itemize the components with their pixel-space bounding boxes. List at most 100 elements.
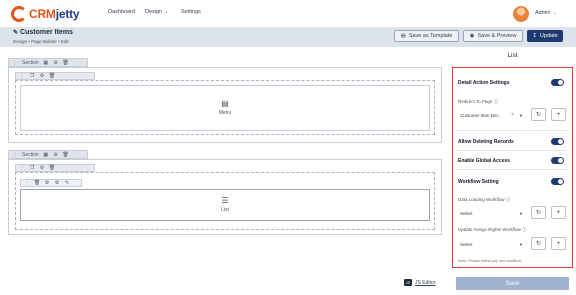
data-loading-workflow-label: Data Loading Workflow ⓘ: [458, 197, 511, 202]
refresh-icon: ↻: [535, 210, 542, 216]
column-dropzone: ▤ Menu: [15, 80, 435, 135]
user-name: Admin: [535, 10, 551, 16]
save-and-preview-button[interactable]: ◉ Save & Preview: [463, 30, 523, 42]
breadcrumb: Design • Page Builder • Edit: [13, 39, 69, 44]
edit-icon[interactable]: ✎: [64, 180, 70, 186]
workflow-setting-toggle[interactable]: [551, 178, 564, 185]
section-2: ⋮ ❐ ⚙ 🗑 ⋮ 🗑 ⚙ ⚙ ✎ ☰ List: [8, 159, 442, 235]
code-icon: JS: [404, 279, 412, 286]
column-dropzone: ⋮ 🗑 ⚙ ⚙ ✎ ☰ List: [15, 172, 435, 230]
divider: [456, 169, 569, 170]
logo-mark-icon: [11, 6, 27, 22]
refresh-button[interactable]: ↻: [531, 108, 546, 121]
settings-icon[interactable]: ⚙: [44, 180, 50, 186]
add-button[interactable]: +: [551, 108, 566, 121]
refresh-icon: ↻: [535, 112, 542, 118]
settings-icon[interactable]: ⚙: [39, 73, 45, 79]
save-button[interactable]: Save: [456, 277, 569, 290]
template-icon: ▤: [400, 33, 406, 39]
global-access-toggle[interactable]: [551, 157, 564, 164]
save-as-template-button[interactable]: ▤ Save as Template: [394, 30, 459, 42]
drag-handle-icon[interactable]: ⋮: [12, 152, 18, 158]
menu-widget[interactable]: ▤ Menu: [21, 86, 429, 130]
caret-down-icon: ▼: [519, 210, 523, 216]
drag-handle-icon[interactable]: ⋮: [19, 73, 25, 79]
workflow-setting-label: Workflow Setting: [458, 179, 499, 185]
copy-icon[interactable]: ❐: [29, 73, 35, 79]
nav-design-label: Design: [145, 9, 163, 15]
list-widget[interactable]: ☰ List: [20, 189, 430, 221]
nav-settings[interactable]: Settings: [181, 9, 201, 15]
section-toolbar: ⋮ Section ▦ ⚙ 🗑: [8, 150, 88, 159]
drag-handle-icon[interactable]: ⋮: [19, 165, 25, 171]
upload-icon: ↥: [532, 33, 537, 39]
nav-design[interactable]: Design ⌄: [145, 9, 168, 15]
eye-icon: ◉: [469, 33, 475, 39]
allow-deleting-label: Allow Deleting Records: [458, 139, 514, 145]
delete-icon[interactable]: 🗑: [63, 60, 69, 66]
drag-handle-icon[interactable]: ⋮: [12, 60, 18, 66]
nav-settings-label: Settings: [181, 9, 201, 15]
layout-icon[interactable]: ▦: [43, 152, 49, 158]
section-1: ⋮ ❐ ⚙ 🗑 ▤ Menu: [8, 67, 442, 143]
delete-icon[interactable]: 🗑: [49, 165, 55, 171]
copy-icon[interactable]: ❐: [29, 165, 35, 171]
menu-icon: ▤: [221, 99, 229, 108]
refresh-icon: ↻: [535, 241, 542, 247]
add-button[interactable]: +: [551, 237, 566, 250]
update-button[interactable]: ↥ Update: [527, 30, 563, 42]
assign-rights-workflow-select[interactable]: Select ▼: [458, 238, 526, 250]
refresh-button[interactable]: ↻: [531, 206, 546, 219]
list-icon: ☰: [221, 196, 229, 205]
add-button[interactable]: +: [551, 206, 566, 219]
drag-handle-icon[interactable]: ⋮: [24, 180, 30, 186]
chevron-down-icon: ⌄: [552, 10, 557, 16]
user-menu[interactable]: Admin ⌄: [535, 10, 557, 16]
settings-icon[interactable]: ⚙: [53, 60, 59, 66]
refresh-button[interactable]: ↻: [531, 237, 546, 250]
divider: [456, 150, 569, 151]
workflow-note: Note: Please select any one workflow.: [458, 259, 522, 263]
clear-icon[interactable]: ×: [511, 112, 514, 118]
chevron-down-icon: ⌄: [164, 9, 169, 15]
delete-icon[interactable]: 🗑: [49, 73, 55, 79]
section-label: Section: [22, 151, 39, 158]
redirect-to-page-select[interactable]: Customer Item Det... × ▼: [458, 109, 526, 121]
js-editor-label: JS Editor: [415, 279, 436, 286]
info-icon: ⓘ: [505, 197, 511, 202]
widget-toolbar: ⋮ 🗑 ⚙ ⚙ ✎: [20, 179, 82, 187]
menu-widget-label: Menu: [218, 110, 232, 116]
caret-down-icon: ▼: [519, 112, 523, 118]
allow-deleting-toggle[interactable]: [551, 138, 564, 145]
settings-icon[interactable]: ⚙: [53, 152, 59, 158]
section-label: Section: [22, 59, 39, 66]
delete-icon[interactable]: 🗑: [34, 180, 40, 186]
section-toolbar: ⋮ Section ▦ ⚙ 🗑: [8, 58, 88, 67]
delete-icon[interactable]: 🗑: [63, 152, 69, 158]
info-icon: ⓘ: [493, 99, 499, 104]
js-editor-button[interactable]: JS JS Editor: [404, 279, 435, 286]
divider: [456, 130, 569, 131]
widget-container: ▤ Menu: [20, 85, 430, 131]
nav-dashboard[interactable]: Dashboard: [108, 9, 135, 15]
layout-icon[interactable]: ▦: [43, 60, 49, 66]
avatar[interactable]: [513, 6, 529, 22]
detail-action-toggle[interactable]: [551, 79, 564, 86]
info-icon: ⓘ: [521, 227, 527, 232]
plus-icon: +: [556, 111, 561, 118]
global-access-label: Enable Global Access: [458, 158, 511, 164]
data-loading-workflow-select[interactable]: Select ▼: [458, 207, 526, 219]
properties-panel: Detail Action Settings Redirect To Page …: [452, 67, 573, 268]
panel-title: List: [507, 52, 518, 59]
page-title-text: Customer Items: [20, 29, 73, 36]
settings-icon[interactable]: ⚙: [39, 165, 45, 171]
crmjetty-logo[interactable]: CRMjetty: [11, 5, 80, 23]
settings-icon[interactable]: ⚙: [54, 180, 60, 186]
assign-rights-workflow-label: Update Assign Rights Workflow ⓘ: [458, 227, 527, 232]
logo-text-crm: CRM: [29, 7, 56, 21]
column-toolbar: ⋮ ❐ ⚙ 🗑: [15, 72, 95, 80]
pencil-icon[interactable]: ✎: [13, 29, 18, 36]
logo-text-jetty: jetty: [55, 7, 80, 21]
nav-dashboard-label: Dashboard: [108, 9, 135, 15]
page-title: ✎ Customer Items: [13, 29, 73, 36]
